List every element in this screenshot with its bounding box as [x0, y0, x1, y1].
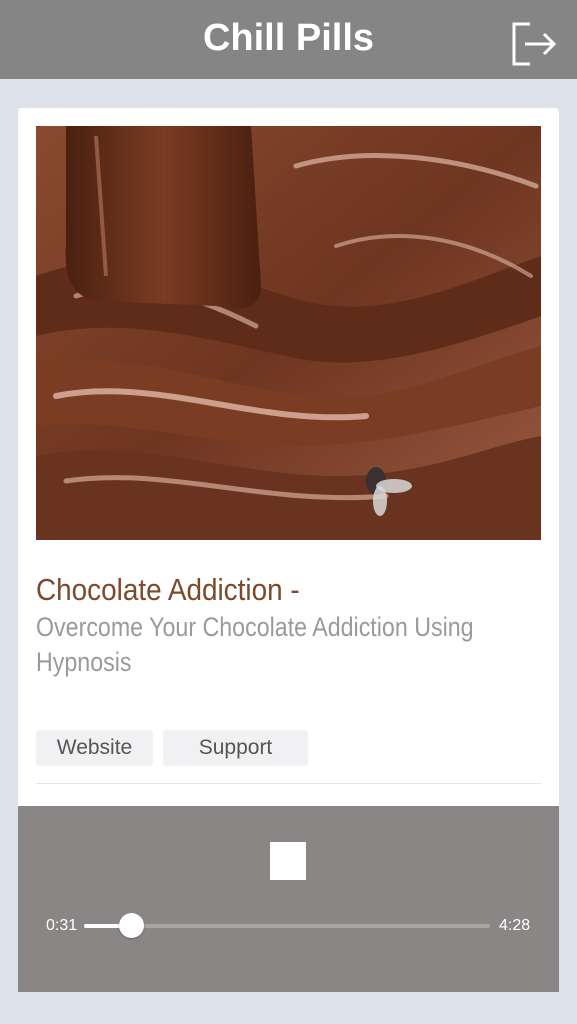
- progress-thumb[interactable]: [118, 913, 144, 938]
- stop-icon[interactable]: [270, 842, 306, 880]
- track-card: Chocolate Addiction - Overcome Your Choc…: [18, 108, 559, 806]
- app-header: Chill Pills: [0, 0, 577, 79]
- support-button[interactable]: Support: [163, 730, 308, 766]
- logout-icon[interactable]: [506, 14, 560, 68]
- track-title: Chocolate Addiction -: [36, 572, 300, 607]
- current-time: 0:31: [46, 917, 78, 934]
- website-button[interactable]: Website: [36, 730, 153, 766]
- track-subtitle: Overcome Your Chocolate Addiction Using …: [36, 612, 474, 677]
- total-time: 4:28: [499, 917, 531, 934]
- divider: [36, 783, 541, 784]
- melted-chocolate-image: [36, 126, 541, 540]
- audio-player: 0:31 4:28: [18, 806, 559, 992]
- progress-slider[interactable]: [84, 913, 490, 938]
- app-title: Chill Pills: [202, 17, 375, 59]
